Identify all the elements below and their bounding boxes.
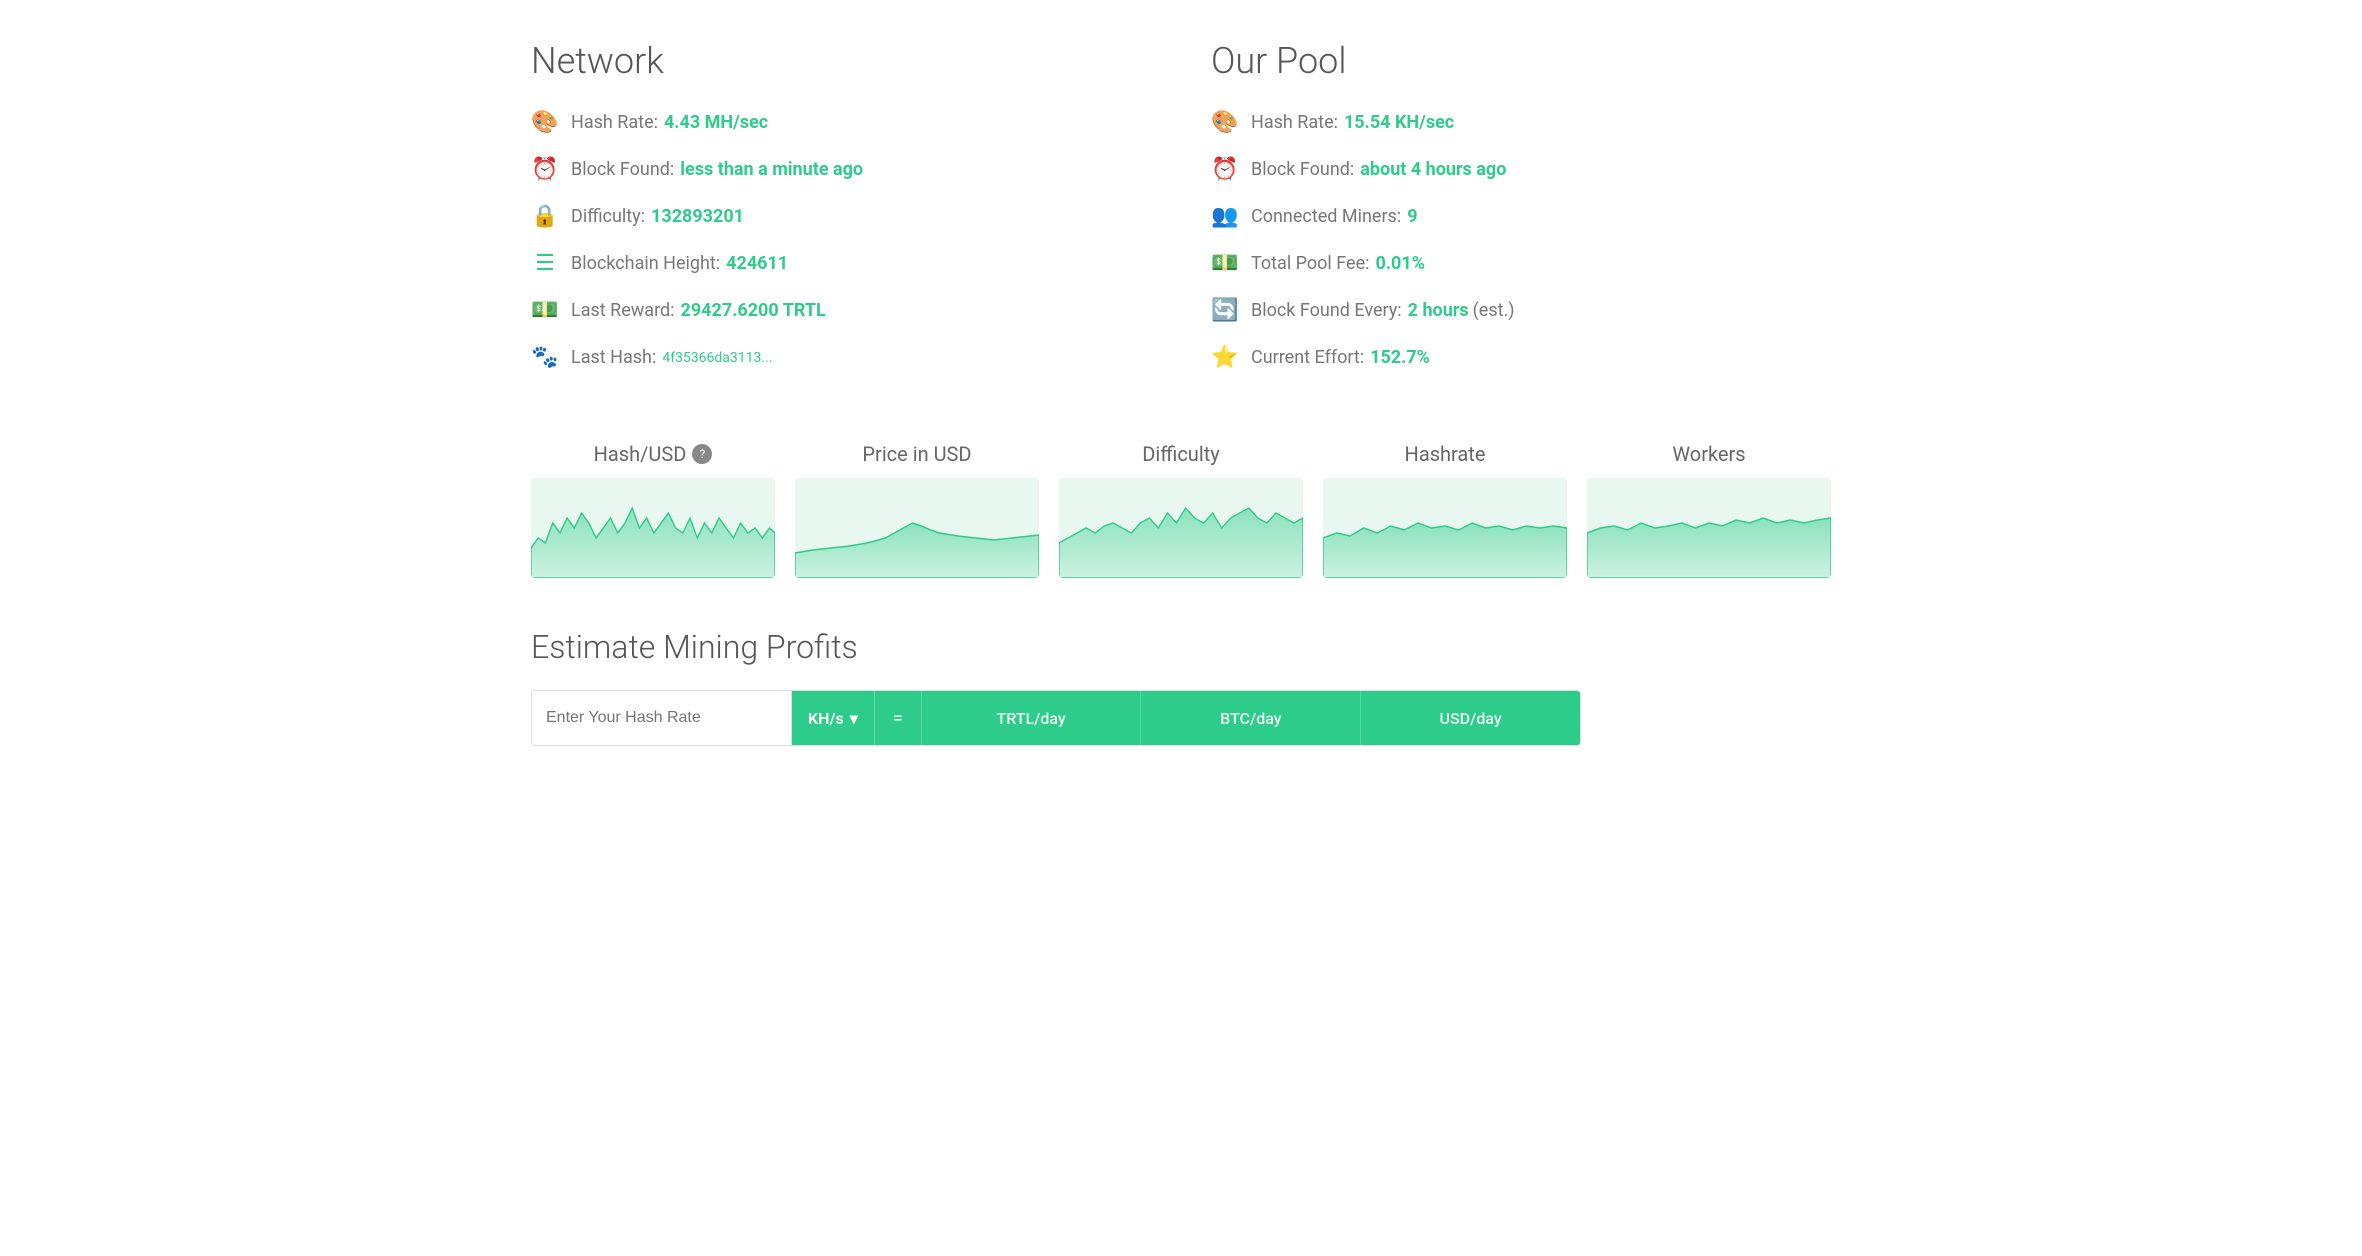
- result-usd-day: USD/day: [1361, 691, 1580, 745]
- stat-current-effort: ⭐ Current Effort: 152.7%: [1211, 345, 1831, 370]
- chart-workers-area: [1587, 478, 1831, 578]
- chart-price-usd-title: Price in USD: [795, 442, 1039, 466]
- last-hash-value: 4f35366da3113...: [662, 350, 772, 366]
- pool-stats: 🎨 Hash Rate: 15.54 KH/sec ⏰ Block Found: abou…: [1211, 110, 1831, 370]
- network-section: Network 🎨 Hash Rate: 4.43 MH/sec ⏰ Block Fou…: [531, 40, 1151, 392]
- stat-block-found-every: 🔄 Block Found Every: 2 hours (est.): [1211, 298, 1831, 323]
- unit-label: KH/s: [808, 709, 844, 728]
- current-effort-icon: ⭐: [1211, 345, 1239, 370]
- unit-dropdown[interactable]: KH/s ▾: [792, 691, 875, 745]
- stat-total-pool-fee: 💵 Total Pool Fee: 0.01%: [1211, 251, 1831, 276]
- pool-section: Our Pool 🎨 Hash Rate: 15.54 KH/sec ⏰ Block F…: [1211, 40, 1831, 392]
- chart-hash-usd-area: [531, 478, 775, 578]
- connected-miners-icon: 👥: [1211, 204, 1239, 229]
- chart-price-usd-area: [795, 478, 1039, 578]
- page-container: Network 🎨 Hash Rate: 4.43 MH/sec ⏰ Block Fou…: [481, 0, 1881, 786]
- hash-rate-input[interactable]: [546, 709, 777, 727]
- connected-miners-value: 9: [1407, 206, 1417, 227]
- chart-hash-usd: Hash/USD ?: [531, 442, 775, 578]
- chart-hashrate: Hashrate: [1323, 442, 1567, 578]
- stat-last-reward: 💵 Last Reward: 29427.6200 TRTL: [531, 298, 1151, 323]
- pool-block-found-icon: ⏰: [1211, 157, 1239, 182]
- stat-connected-miners: 👥 Connected Miners: 9: [1211, 204, 1831, 229]
- chart-difficulty-title: Difficulty: [1059, 442, 1303, 466]
- estimate-input-wrap: [532, 691, 792, 745]
- dropdown-chevron-icon: ▾: [850, 709, 858, 728]
- last-hash-label: Last Hash:: [571, 347, 656, 368]
- chart-workers-title: Workers: [1587, 442, 1831, 466]
- chart-difficulty-area: [1059, 478, 1303, 578]
- total-pool-fee-icon: 💵: [1211, 251, 1239, 276]
- charts-section: Hash/USD ? Price in USD: [531, 442, 1831, 578]
- chart-price-usd: Price in USD: [795, 442, 1039, 578]
- estimate-equals: =: [875, 691, 922, 745]
- top-sections: Network 🎨 Hash Rate: 4.43 MH/sec ⏰ Block Fou…: [531, 40, 1831, 392]
- pool-block-found-label: Block Found:: [1251, 159, 1354, 180]
- total-pool-fee-value: 0.01%: [1376, 253, 1426, 274]
- current-effort-label: Current Effort:: [1251, 347, 1364, 368]
- pool-hash-rate-value: 15.54 KH/sec: [1344, 112, 1454, 133]
- block-found-value: less than a minute ago: [680, 159, 863, 180]
- hash-rate-value: 4.43 MH/sec: [664, 112, 768, 133]
- difficulty-icon: 🔒: [531, 204, 559, 229]
- difficulty-value: 132893201: [651, 206, 744, 227]
- blockchain-height-value: 424611: [726, 253, 788, 274]
- difficulty-label: Difficulty:: [571, 206, 645, 227]
- block-found-every-value: 2 hours: [1408, 300, 1469, 321]
- stat-pool-hash-rate: 🎨 Hash Rate: 15.54 KH/sec: [1211, 110, 1831, 135]
- pool-hash-rate-icon: 🎨: [1211, 110, 1239, 135]
- hash-rate-label: Hash Rate:: [571, 112, 658, 133]
- last-hash-icon: 🐾: [531, 345, 559, 370]
- blockchain-height-icon: ☰: [531, 251, 559, 276]
- chart-difficulty: Difficulty: [1059, 442, 1303, 578]
- network-stats: 🎨 Hash Rate: 4.43 MH/sec ⏰ Block Found: less …: [531, 110, 1151, 370]
- network-title: Network: [531, 40, 1151, 82]
- block-found-every-suffix: (est.): [1473, 300, 1515, 321]
- connected-miners-label: Connected Miners:: [1251, 206, 1401, 227]
- block-found-every-label: Block Found Every:: [1251, 300, 1402, 321]
- stat-last-hash: 🐾 Last Hash: 4f35366da3113...: [531, 345, 1151, 370]
- stat-hash-rate: 🎨 Hash Rate: 4.43 MH/sec: [531, 110, 1151, 135]
- chart-hash-usd-title: Hash/USD ?: [531, 442, 775, 466]
- estimate-section: Estimate Mining Profits KH/s ▾ = TRTL/da…: [531, 628, 1831, 746]
- result-btc-day: BTC/day: [1141, 691, 1361, 745]
- chart-hashrate-area: [1323, 478, 1567, 578]
- current-effort-value: 152.7%: [1370, 347, 1430, 368]
- total-pool-fee-label: Total Pool Fee:: [1251, 253, 1370, 274]
- chart-hashrate-title: Hashrate: [1323, 442, 1567, 466]
- last-reward-label: Last Reward:: [571, 300, 675, 321]
- hash-usd-help-icon[interactable]: ?: [692, 444, 712, 464]
- last-reward-value: 29427.6200 TRTL: [681, 300, 826, 321]
- stat-pool-block-found: ⏰ Block Found: about 4 hours ago: [1211, 157, 1831, 182]
- stat-blockchain-height: ☰ Blockchain Height: 424611: [531, 251, 1151, 276]
- hash-rate-icon: 🎨: [531, 110, 559, 135]
- pool-block-found-value: about 4 hours ago: [1360, 159, 1506, 180]
- estimate-title: Estimate Mining Profits: [531, 628, 1831, 666]
- block-found-icon: ⏰: [531, 157, 559, 182]
- block-found-label: Block Found:: [571, 159, 674, 180]
- pool-hash-rate-label: Hash Rate:: [1251, 112, 1338, 133]
- last-reward-icon: 💵: [531, 298, 559, 323]
- block-found-every-icon: 🔄: [1211, 298, 1239, 323]
- pool-title: Our Pool: [1211, 40, 1831, 82]
- stat-block-found: ⏰ Block Found: less than a minute ago: [531, 157, 1151, 182]
- stat-difficulty: 🔒 Difficulty: 132893201: [531, 204, 1151, 229]
- blockchain-height-label: Blockchain Height:: [571, 253, 720, 274]
- chart-workers: Workers: [1587, 442, 1831, 578]
- estimate-bar: KH/s ▾ = TRTL/day BTC/day USD/day: [531, 690, 1581, 746]
- result-trtl-day: TRTL/day: [922, 691, 1142, 745]
